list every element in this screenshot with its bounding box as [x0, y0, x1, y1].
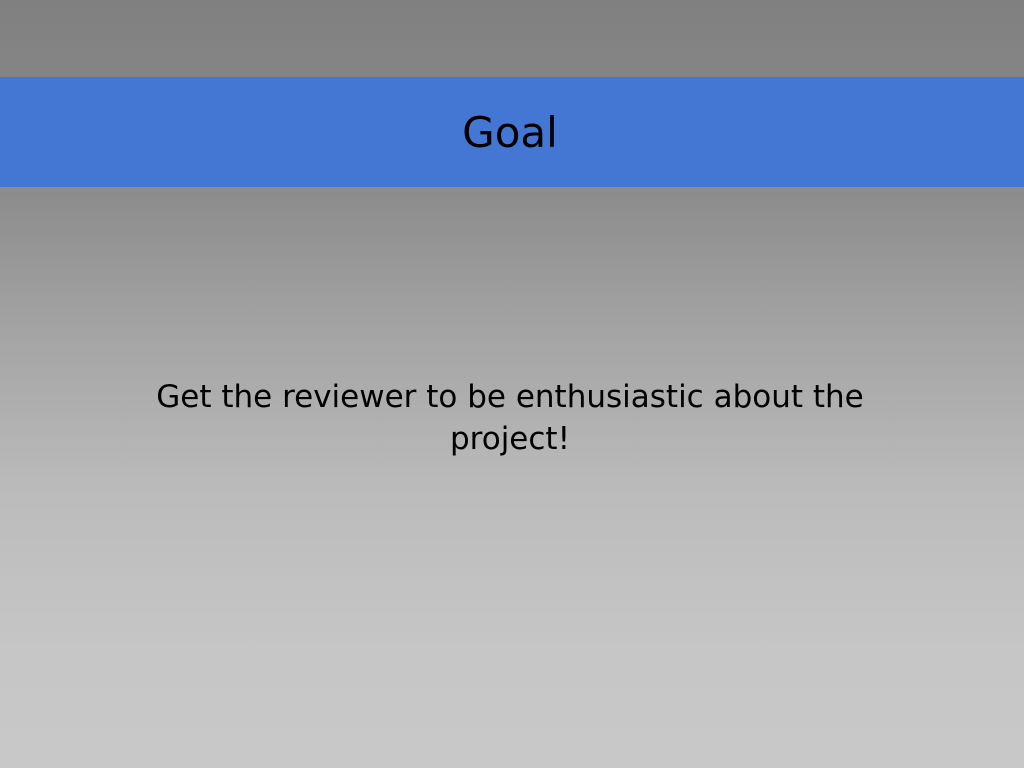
- title-band: Goal: [0, 77, 1024, 187]
- slide-title: Goal: [462, 107, 558, 157]
- slide-body-text: Get the reviewer to be enthusiastic abou…: [156, 379, 864, 457]
- slide: Goal Get the reviewer to be enthusiastic…: [0, 0, 1024, 768]
